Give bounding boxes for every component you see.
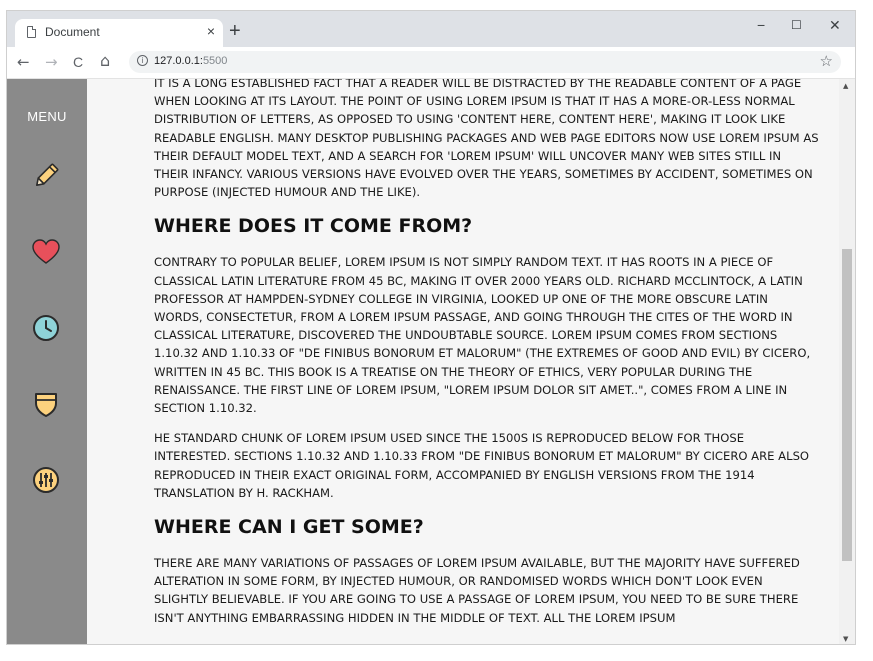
intro-paragraph: It is a long established fact that a rea…: [154, 79, 819, 200]
tab-strip: Document × + − ☐ ✕: [7, 11, 855, 47]
close-window-button[interactable]: ✕: [829, 17, 841, 34]
scrollbar[interactable]: ▲ ▼: [839, 79, 855, 644]
tab-close-button[interactable]: ×: [207, 23, 215, 39]
clock-icon[interactable]: [31, 313, 61, 343]
maximize-button[interactable]: ☐: [791, 18, 802, 32]
minimize-button[interactable]: −: [757, 17, 765, 33]
browser-window: Document × + − ☐ ✕ ← → C ⌂ i 127.0.0.1:5…: [6, 10, 856, 645]
heart-icon[interactable]: [31, 237, 61, 267]
scroll-up-arrow[interactable]: ▲: [843, 82, 848, 90]
equalizer-icon[interactable]: [31, 465, 61, 495]
bookmark-star-icon[interactable]: ☆: [820, 52, 833, 70]
scroll-down-arrow[interactable]: ▼: [843, 635, 848, 643]
browser-toolbar: ← → C ⌂ i 127.0.0.1:5500 ☆: [7, 47, 855, 79]
pencil-icon[interactable]: [31, 161, 61, 191]
forward-button[interactable]: →: [45, 53, 58, 71]
new-tab-button[interactable]: +: [229, 21, 241, 41]
main-content: It is a long established fact that a rea…: [87, 79, 841, 644]
address-bar[interactable]: i 127.0.0.1:5500 ☆: [129, 51, 841, 73]
shield-icon[interactable]: [31, 389, 61, 419]
heading-where-get: Where can I get some?: [154, 516, 424, 539]
tab-title: Document: [45, 25, 100, 39]
paragraph-standard-chunk: he standard chunk of Lorem Ipsum used si…: [154, 431, 810, 500]
url-host: 127.0.0.1:: [154, 55, 203, 67]
sidebar: MENU: [7, 79, 87, 644]
url-port: 5500: [202, 55, 228, 67]
document-icon: [27, 26, 36, 38]
home-button[interactable]: ⌂: [100, 51, 110, 70]
menu-label[interactable]: MENU: [7, 109, 87, 124]
scrollbar-thumb[interactable]: [842, 249, 852, 561]
paragraph-origin: Contrary to popular belief, Lorem Ipsum …: [154, 255, 811, 416]
back-button[interactable]: ←: [17, 53, 30, 71]
tab-document[interactable]: Document ×: [15, 19, 223, 47]
info-icon[interactable]: i: [137, 55, 148, 66]
reload-button[interactable]: C: [73, 54, 83, 70]
article: It is a long established fact that a rea…: [154, 79, 819, 639]
heading-where-from: Where does it come from?: [154, 215, 473, 238]
paragraph-variations: There are many variations of passages of…: [154, 556, 800, 625]
url-text: 127.0.0.1:5500: [154, 55, 227, 67]
